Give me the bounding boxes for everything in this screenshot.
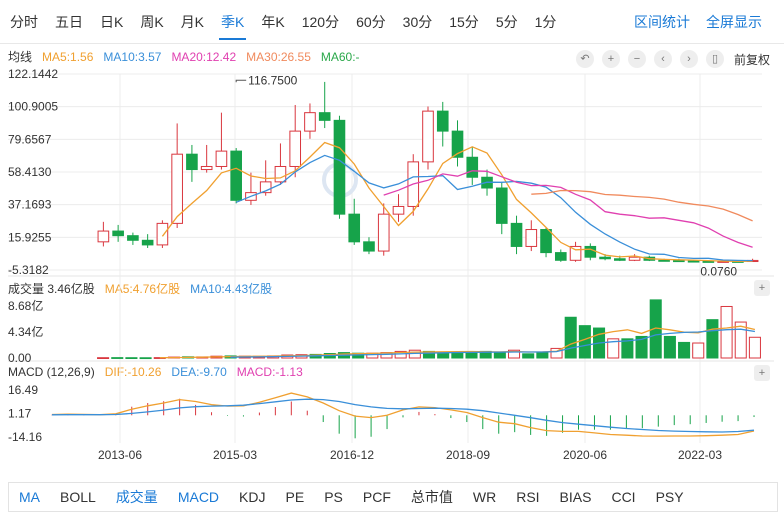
price-y-tick-label: -5.3182 <box>8 263 49 277</box>
volume-bar <box>748 336 761 359</box>
candle-body <box>186 153 198 171</box>
candle-body <box>304 112 316 132</box>
candle-body <box>97 230 110 243</box>
candle-body <box>614 258 626 261</box>
high-annotation-leader <box>235 79 247 83</box>
candle-body <box>230 150 242 201</box>
volume-y-tick-label: 4.34亿 <box>8 324 43 339</box>
candle-body <box>348 213 361 243</box>
price-y-tick-label: 58.4130 <box>8 165 52 179</box>
macd-y-tick-label: 16.49 <box>8 383 38 397</box>
candle-body <box>673 260 685 263</box>
price-y-tick-label: 79.6567 <box>8 132 52 146</box>
volume-bar <box>493 351 506 359</box>
price-y-tick-label: 37.1693 <box>8 198 52 212</box>
volume-bar <box>125 357 138 360</box>
price-y-tick-label: 122.1442 <box>8 67 58 81</box>
low-annotation-label: 0.0760 <box>700 265 737 279</box>
indicator-tab-ma[interactable]: MA <box>19 489 40 505</box>
price-ma-line-ma10 <box>235 154 753 262</box>
indicator-tab-wr[interactable]: WR <box>473 489 496 505</box>
volume-bar <box>564 316 577 359</box>
x-axis-date-label: 2013-06 <box>98 448 142 462</box>
candle-body <box>422 110 434 163</box>
x-axis-date-label: 2016-12 <box>330 448 374 462</box>
volume-bar <box>706 319 719 359</box>
indicator-tab-kdj[interactable]: KDJ <box>239 489 265 505</box>
candle-body <box>510 222 523 247</box>
candle-body <box>156 222 169 246</box>
indicator-tab-volume[interactable]: 成交量 <box>116 487 158 507</box>
indicator-tab-bias[interactable]: BIAS <box>560 489 592 505</box>
candle-body <box>436 110 449 132</box>
volume-bar <box>692 342 705 359</box>
volume-bar <box>663 335 676 359</box>
volume-y-tick-label: 8.68亿 <box>8 298 43 313</box>
indicator-tab-macd[interactable]: MACD <box>178 489 219 505</box>
volume-ma-line-ma10 <box>230 328 756 358</box>
macd-y-tick-label: 1.17 <box>8 407 32 421</box>
candle-body <box>466 156 479 178</box>
candle-body <box>584 245 597 258</box>
candle-body <box>702 260 715 263</box>
candle-body <box>141 239 154 246</box>
indicator-tab-pcf[interactable]: PCF <box>363 489 391 505</box>
macd-y-tick-label: -14.16 <box>8 430 42 444</box>
volume-bar <box>139 357 152 360</box>
x-axis-date-label: 2022-03 <box>678 448 722 462</box>
candle-body <box>127 235 139 241</box>
indicator-tab-pe[interactable]: PE <box>286 489 305 505</box>
candle-body <box>687 260 700 263</box>
candle-body <box>200 165 213 171</box>
candle-body <box>628 256 641 261</box>
high-annotation-label: 116.7500 <box>248 73 297 87</box>
price-ma-line-ma20 <box>383 170 753 248</box>
candle-body <box>658 259 670 262</box>
price-y-tick-label: 15.9255 <box>8 230 52 244</box>
volume-bar <box>97 357 110 360</box>
volume-bar <box>678 341 691 359</box>
candle-body <box>377 213 390 252</box>
candle-body <box>392 205 405 215</box>
indicator-tab-boll[interactable]: BOLL <box>60 489 96 505</box>
candle-body <box>540 229 552 254</box>
indicator-tabs: MA BOLL 成交量 MACD KDJ PE PS PCF 总市值 WR RS… <box>8 482 778 512</box>
candle-body <box>318 112 331 121</box>
candle-body <box>525 229 538 247</box>
candle-body <box>215 150 228 167</box>
indicator-tab-cci[interactable]: CCI <box>611 489 635 505</box>
volume-bar <box>111 357 124 359</box>
volume-bar <box>522 353 535 359</box>
x-axis-date-label: 2020-06 <box>563 448 607 462</box>
indicator-tab-psy[interactable]: PSY <box>656 489 684 505</box>
stock-chart[interactable]: 122.1442 100.9005 79.6567 58.4130 37.1693 15.… <box>0 0 784 480</box>
indicator-tab-rsi[interactable]: RSI <box>516 489 539 505</box>
volume-bar <box>578 325 591 359</box>
candle-body <box>554 252 567 261</box>
volume-bar <box>536 351 549 359</box>
candle-body <box>274 165 287 183</box>
x-axis-date-label: 2018-09 <box>446 448 490 462</box>
indicator-tab-market-cap[interactable]: 总市值 <box>411 487 453 507</box>
candle-body <box>112 230 124 237</box>
candle-body <box>333 119 346 215</box>
x-axis-date-label: 2015-03 <box>213 448 257 462</box>
volume-y-tick-label: 0.00 <box>8 351 32 365</box>
candle-body <box>289 130 302 167</box>
price-y-tick-label: 100.9005 <box>8 100 58 114</box>
candle-body <box>495 187 508 224</box>
volume-bar <box>720 305 733 359</box>
candle-body <box>363 241 375 252</box>
indicator-tab-ps[interactable]: PS <box>324 489 343 505</box>
candle-body <box>599 256 611 260</box>
